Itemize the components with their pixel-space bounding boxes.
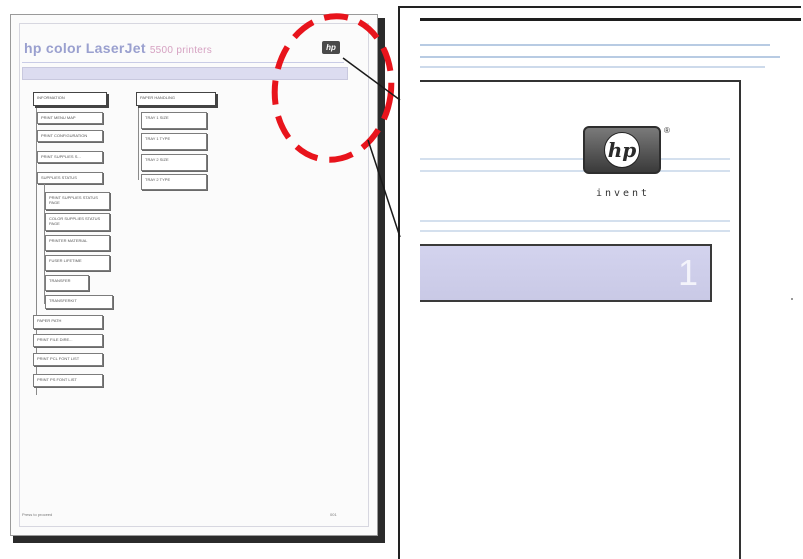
zoom-blue-line-2: [420, 56, 780, 58]
menu-box-ps-font-list: PRINT PS FONT LIST: [33, 374, 103, 387]
zoom-detail-panel: hp ® invent 1: [398, 6, 801, 559]
menu-box-transferkit: TRANSFERKIT: [45, 295, 113, 309]
menu-box-supplies-page: PRINT SUPPLIES STATUS PAGE: [45, 192, 110, 210]
page-title-sub: 5500 printers: [149, 45, 213, 56]
page-title-main: hp color LaserJet: [24, 40, 146, 56]
zoom-blue-line-3: [420, 66, 765, 68]
menu-box-information: INFORMATION: [33, 92, 107, 106]
menu-box-printer-material: PRINTER MATERIAL: [45, 235, 110, 251]
menu-box-supplies-status: SUPPLIES STATUS: [37, 172, 103, 184]
menu-box-paper-path: PAPER PATH: [33, 315, 103, 329]
menu-box-paper-handling: PAPER HANDLING: [136, 92, 216, 106]
menu-box-tray1-size: TRAY 1 SIZE: [141, 112, 207, 129]
zoom-blue-line-7: [420, 230, 730, 232]
menu-box-pcl-font-list: PRINT PCL FONT LIST: [33, 353, 103, 366]
menu-box-tray2-type: TRAY 2 TYPE: [141, 174, 207, 190]
hp-logo-icon: hp: [583, 126, 661, 174]
zoom-header-bar: 1: [420, 244, 712, 302]
menu-box-fuser-lifetime: FUSER LIFETIME: [45, 255, 110, 271]
zoom-blue-line-4: [420, 158, 730, 160]
page-footer-right: 001: [330, 512, 337, 517]
hp-logo-mark: hp: [607, 138, 637, 162]
page-number: 1: [677, 252, 698, 293]
menu-box-tray2-size: TRAY 2 SIZE: [141, 154, 207, 171]
menu-box-print-configuration: PRINT CONFIGURATION: [37, 130, 103, 142]
tree-line-left: [36, 105, 37, 395]
zoom-page-top-edge: [420, 80, 740, 82]
menu-box-color-supplies: COLOR SUPPLIES STATUS PAGE: [45, 213, 110, 231]
registered-mark: ®: [664, 126, 670, 135]
menu-box-print-supplies: PRINT SUPPLIES S...: [37, 151, 103, 163]
page-footer-left: Press to proceed: [22, 512, 53, 517]
hp-tagline: invent: [595, 188, 651, 199]
zoom-blue-line-5: [420, 170, 730, 172]
zoom-blue-line-1: [420, 44, 770, 46]
zoom-blue-line-6: [420, 220, 730, 222]
hp-logo-small-icon: hp: [322, 41, 340, 54]
hp-logo-circle: hp: [604, 132, 640, 168]
speck: [791, 298, 793, 300]
title-rule: [22, 62, 344, 63]
menu-box-transfer: TRANSFER: [45, 275, 89, 291]
menu-box-print-file-dir: PRINT FILE DIRE...: [33, 334, 103, 347]
page-header-bar: [22, 67, 348, 80]
menu-box-tray1-type: TRAY 1 TYPE: [141, 133, 207, 150]
menu-box-print-menu-map: PRINT MENU MAP: [37, 112, 103, 124]
page-title: hp color LaserJet 5500 printers: [24, 40, 212, 56]
zoom-page-right-edge: [739, 80, 741, 559]
zoom-top-rule: [420, 18, 801, 21]
tree-line-right: [138, 105, 139, 180]
